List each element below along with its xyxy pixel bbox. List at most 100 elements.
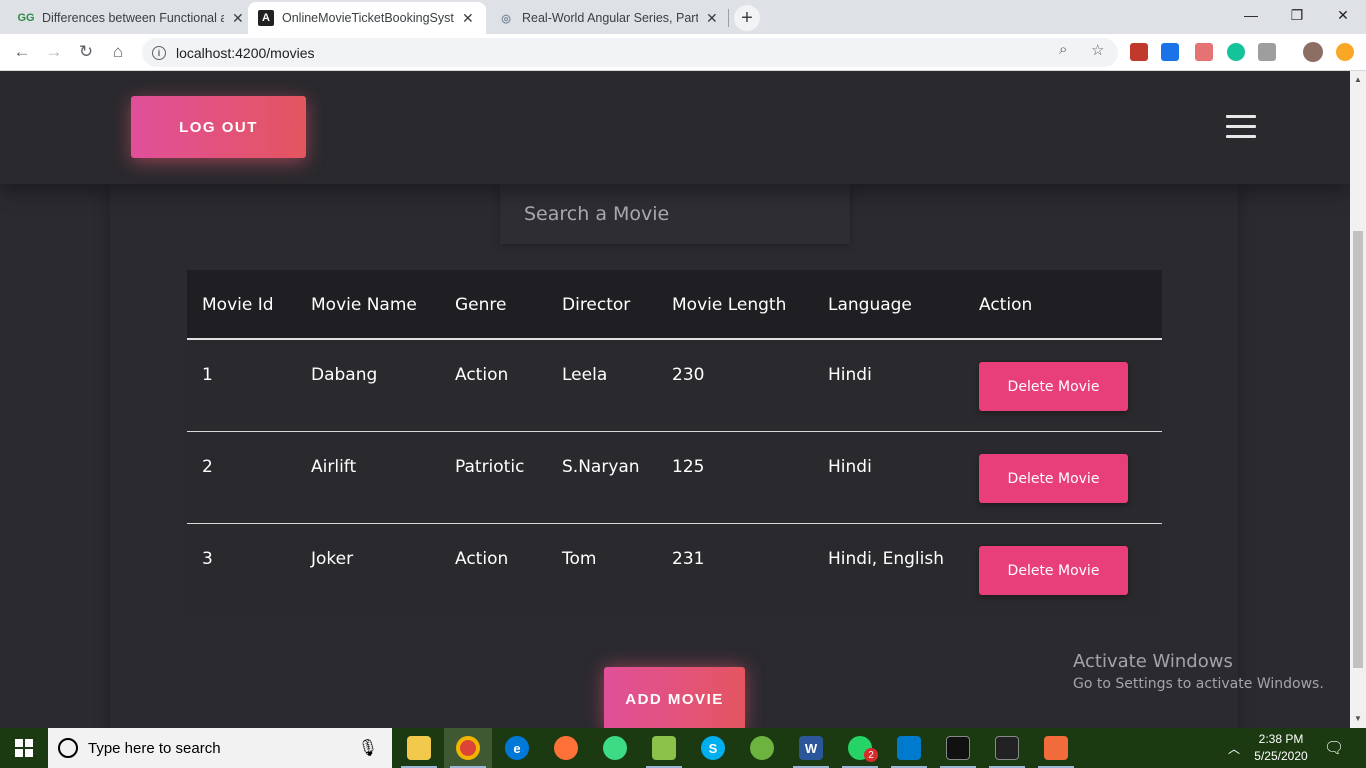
- movie-id: 3: [202, 549, 213, 569]
- minimize-button[interactable]: —: [1228, 0, 1274, 30]
- zoom-icon[interactable]: ⌕: [1059, 41, 1067, 58]
- search-input[interactable]: [524, 203, 824, 225]
- clock-date: 5/25/2020: [1254, 749, 1308, 763]
- close-tab-icon[interactable]: ✕: [462, 10, 474, 27]
- back-icon[interactable]: ←: [9, 39, 35, 65]
- extension-icon[interactable]: [1130, 43, 1148, 61]
- windows-logo-icon: [15, 739, 33, 757]
- clock-time: 2:38 PM: [1258, 732, 1304, 746]
- forward-icon[interactable]: →: [41, 39, 67, 65]
- movie-length: 125: [672, 457, 705, 477]
- tray-chevron-icon[interactable]: ︿: [1228, 728, 1240, 768]
- windows-taskbar: Type here to search 🎙 e S W 2 ︿ 2:38 PM …: [0, 728, 1366, 768]
- profile-avatar[interactable]: [1303, 42, 1323, 62]
- terminal-app[interactable]: [934, 728, 982, 768]
- close-tab-icon[interactable]: ✕: [232, 10, 244, 27]
- hamburger-icon[interactable]: [1226, 115, 1256, 139]
- table-header: Movie Id Movie Name Genre Director Movie…: [187, 270, 1162, 340]
- movie-director: S.Naryan: [562, 457, 640, 477]
- movie-genre: Action: [455, 365, 509, 385]
- maximize-button[interactable]: ❐: [1274, 0, 1320, 30]
- movie-name: Joker: [311, 549, 354, 569]
- skype-icon: S: [701, 736, 725, 760]
- edge-app[interactable]: e: [493, 728, 541, 768]
- start-button[interactable]: [0, 728, 48, 768]
- gfg-favicon-icon: GG: [17, 12, 35, 24]
- spring-icon: [750, 736, 774, 760]
- movie-id: 1: [202, 365, 213, 385]
- scroll-up-icon[interactable]: ▲: [1354, 75, 1362, 84]
- mysql-app[interactable]: [983, 728, 1031, 768]
- spring-tool-app[interactable]: [738, 728, 786, 768]
- url-text[interactable]: localhost:4200/movies: [176, 45, 315, 61]
- close-tab-icon[interactable]: ✕: [706, 10, 718, 27]
- microphone-icon[interactable]: 🎙: [358, 738, 378, 758]
- new-tab-button[interactable]: +: [734, 5, 760, 31]
- table-row: 1 Dabang Action Leela 230 Hindi Delete M…: [187, 340, 1162, 432]
- firefox-icon: [554, 736, 578, 760]
- vscode-icon: [897, 736, 921, 760]
- movie-id: 2: [202, 457, 213, 477]
- notepad-icon: [652, 736, 676, 760]
- skype-app[interactable]: S: [689, 728, 737, 768]
- chrome-app[interactable]: [444, 728, 492, 768]
- column-header: Genre: [455, 295, 507, 315]
- whatsapp-app[interactable]: 2: [836, 728, 884, 768]
- column-header: Movie Name: [311, 295, 417, 315]
- tab-angular-series[interactable]: ◎ Real-World Angular Series, Part 3 ✕: [488, 2, 728, 34]
- watermark-title: Activate Windows: [1073, 651, 1233, 672]
- bookmark-star-icon[interactable]: ☆: [1091, 41, 1104, 59]
- column-header: Language: [828, 295, 912, 315]
- movies-table: Movie Id Movie Name Genre Director Movie…: [187, 270, 1162, 616]
- notifications-icon[interactable]: 🗨: [1324, 728, 1344, 768]
- column-header: Action: [979, 295, 1033, 315]
- scroll-down-icon[interactable]: ▼: [1354, 714, 1362, 723]
- extension-icon[interactable]: [1195, 43, 1213, 61]
- movie-length: 230: [672, 365, 705, 385]
- word-app[interactable]: W: [787, 728, 835, 768]
- notepad-app[interactable]: [640, 728, 688, 768]
- browser-tab-bar: GG Differences between Functional a ✕ A …: [0, 0, 1366, 34]
- movie-genre: Patriotic: [455, 457, 525, 477]
- column-header: Director: [562, 295, 631, 315]
- home-icon[interactable]: ⌂: [105, 39, 131, 65]
- eclipse-icon: [1044, 736, 1068, 760]
- column-header: Movie Id: [202, 295, 274, 315]
- android-studio-app[interactable]: [591, 728, 639, 768]
- extension-new-icon[interactable]: [1161, 43, 1179, 61]
- system-clock[interactable]: 2:38 PM 5/25/2020: [1250, 731, 1312, 765]
- add-movie-button[interactable]: ADD MOVIE: [604, 667, 745, 728]
- tab-movie-booking[interactable]: A OnlineMovieTicketBookingSysten ✕: [248, 2, 486, 34]
- movie-language: Hindi, English: [828, 549, 944, 569]
- vscode-app[interactable]: [885, 728, 933, 768]
- camera-icon[interactable]: [1258, 43, 1276, 61]
- movie-name: Dabang: [311, 365, 378, 385]
- delete-movie-button[interactable]: Delete Movie: [979, 546, 1128, 595]
- info-icon[interactable]: i: [152, 45, 166, 60]
- address-bar[interactable]: i localhost:4200/movies: [142, 38, 1118, 67]
- taskbar-search-text: Type here to search: [88, 739, 221, 757]
- taskbar-search[interactable]: Type here to search 🎙: [48, 728, 392, 768]
- file-explorer-app[interactable]: [395, 728, 443, 768]
- site-favicon-icon: ◎: [501, 12, 511, 25]
- logout-button[interactable]: LOG OUT: [131, 96, 306, 158]
- reload-icon[interactable]: ↻: [73, 39, 99, 65]
- movie-name: Airlift: [311, 457, 357, 477]
- word-icon: W: [799, 736, 823, 760]
- grammarly-icon[interactable]: [1227, 43, 1245, 61]
- notification-badge: 2: [864, 748, 878, 762]
- delete-movie-button[interactable]: Delete Movie: [979, 454, 1128, 503]
- update-alert-icon[interactable]: [1336, 43, 1354, 61]
- android-studio-icon: [603, 736, 627, 760]
- page-scrollbar[interactable]: ▲ ▼: [1350, 71, 1366, 728]
- eclipse-app[interactable]: [1032, 728, 1080, 768]
- delete-movie-button[interactable]: Delete Movie: [979, 362, 1128, 411]
- movie-genre: Action: [455, 549, 509, 569]
- cortana-icon: [58, 738, 78, 758]
- movie-length: 231: [672, 549, 705, 569]
- column-header: Movie Length: [672, 295, 787, 315]
- scrollbar-thumb[interactable]: [1353, 231, 1363, 668]
- close-window-button[interactable]: ✕: [1320, 0, 1366, 30]
- firefox-app[interactable]: [542, 728, 590, 768]
- tab-geeksforgeeks[interactable]: GG Differences between Functional a ✕: [8, 2, 254, 34]
